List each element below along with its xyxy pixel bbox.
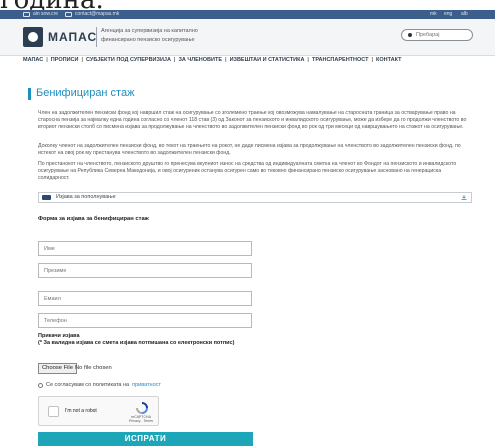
no-file-text: No file chosen bbox=[75, 365, 112, 371]
nav-separator: | bbox=[225, 57, 227, 63]
document-icon bbox=[42, 195, 51, 200]
search-box[interactable] bbox=[401, 29, 473, 41]
title-accent-bar bbox=[28, 88, 31, 100]
attach-label: Прикачи изјава bbox=[38, 333, 80, 339]
nav-item-mapas[interactable]: МАПАС bbox=[23, 57, 43, 63]
paragraph-1: Член на задолжителен пензиски фонд кој н… bbox=[38, 110, 467, 131]
social-text[interactable]: ain sow.cre bbox=[33, 10, 58, 19]
download-icon bbox=[461, 195, 467, 200]
recaptcha-checkbox[interactable] bbox=[48, 406, 59, 417]
attach-label-block: Прикачи изјава (* За валидна изјава се с… bbox=[38, 333, 234, 347]
nav-separator: | bbox=[46, 57, 48, 63]
recaptcha-brand-block: reCAPTCHA Privacy - Terms bbox=[128, 415, 154, 423]
recaptcha-label: I'm not a robot bbox=[65, 408, 97, 414]
logo-icon[interactable] bbox=[23, 27, 43, 47]
lang-alb[interactable]: alb bbox=[461, 10, 468, 19]
nav-separator: | bbox=[81, 57, 84, 63]
nav-item-izveshtai[interactable]: ИЗВЕШТАИ И СТАТИСТИКА bbox=[230, 57, 305, 63]
nav-separator: | bbox=[371, 57, 374, 63]
recaptcha-terms[interactable]: Privacy - Terms bbox=[128, 419, 154, 423]
main-nav: МАПАС | ПРОПИСИ | СУБЈЕКТИ ПОД СУПЕРВИЗИЈА | З… bbox=[23, 56, 401, 65]
choose-file-button[interactable]: Choose File bbox=[38, 363, 77, 374]
lang-mk[interactable]: mk bbox=[430, 10, 437, 19]
consent-text: Се согласувам со политиката на bbox=[46, 382, 130, 388]
paragraph-3: По престанокот на членството, пензиското… bbox=[38, 161, 457, 182]
social-icon bbox=[23, 12, 30, 17]
consent-radio[interactable] bbox=[38, 382, 43, 388]
header: МАПАС Агенција за супервизија на капитал… bbox=[0, 19, 495, 56]
search-icon bbox=[408, 33, 412, 37]
top-contact: ain sow.cre contact@mapas.mk bbox=[23, 10, 119, 19]
logo-text[interactable]: МАПАС bbox=[48, 30, 97, 44]
last-name-field[interactable] bbox=[38, 263, 252, 278]
phone-field[interactable] bbox=[38, 313, 252, 328]
logo-divider bbox=[96, 27, 97, 47]
page-title: Бенифициран стаж bbox=[36, 87, 135, 99]
privacy-link[interactable]: приватност bbox=[132, 382, 161, 388]
nav-item-transparentnost[interactable]: ТРАНСПАРЕНТНОСТ bbox=[312, 57, 369, 63]
recaptcha-widget: I'm not a robot reCAPTCHA Privacy - Term… bbox=[38, 396, 159, 426]
nav-separator: | bbox=[307, 57, 309, 63]
nav-item-subjekti[interactable]: СУБЈЕКТИ ПОД СУПЕРВИЗИЈА bbox=[86, 57, 171, 63]
first-name-field[interactable] bbox=[38, 241, 252, 256]
download-statement-link[interactable]: Изјава за пополнување bbox=[38, 192, 472, 203]
top-bar: ain sow.cre contact@mapas.mk mk eng alb bbox=[0, 10, 495, 19]
nav-item-kontakt[interactable]: КОНТАКТ bbox=[376, 57, 401, 63]
nav-item-chlenovi[interactable]: ЗА ЧЛЕНОВИТЕ bbox=[178, 57, 222, 63]
nav-item-propisi[interactable]: ПРОПИСИ bbox=[51, 57, 79, 63]
form-title: Форма за изјава за бенифициран стаж bbox=[38, 216, 149, 222]
attach-note: (* За валидна изјава се смета изјава пот… bbox=[38, 340, 235, 346]
search-input[interactable] bbox=[416, 30, 470, 40]
paragraph-2: Доколку членот на задолжителен пензиски … bbox=[38, 143, 461, 157]
nav-separator: | bbox=[173, 57, 176, 63]
email-field[interactable] bbox=[38, 291, 252, 306]
download-label: Изјава за пополнување bbox=[56, 194, 116, 200]
logo-subtitle: Агенција за супервизија на капитално фин… bbox=[101, 28, 198, 43]
consent-row: Се согласувам со политиката на приватнос… bbox=[38, 382, 161, 388]
recaptcha-icon bbox=[136, 402, 148, 414]
mail-icon bbox=[65, 12, 73, 17]
contact-email[interactable]: contact@mapas.mk bbox=[75, 10, 119, 19]
lang-eng[interactable]: eng bbox=[444, 10, 452, 19]
